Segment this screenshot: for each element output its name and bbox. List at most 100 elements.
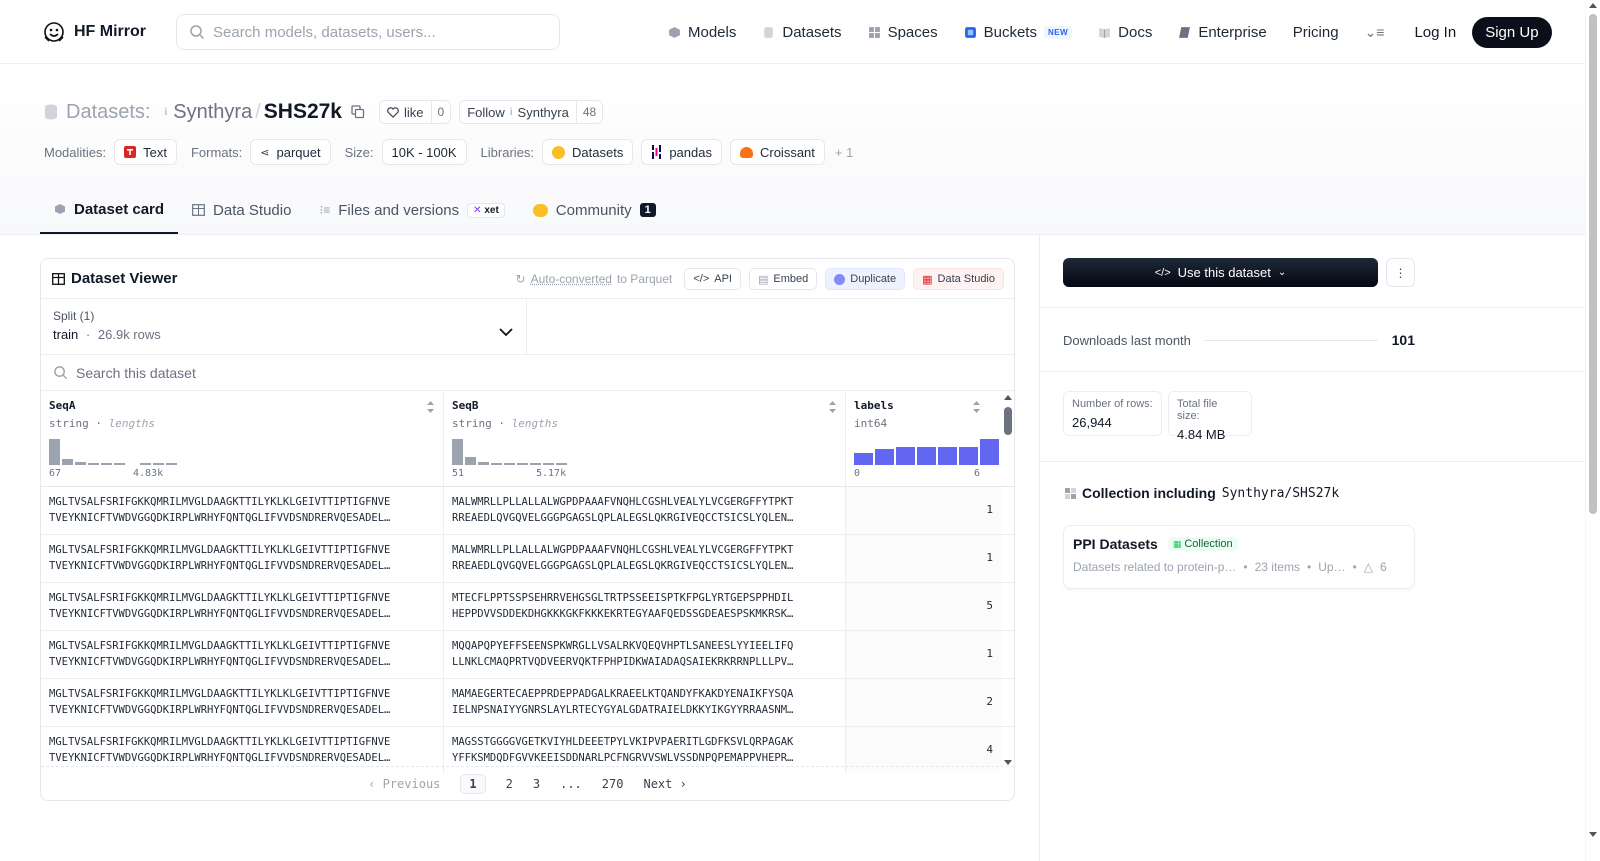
api-button[interactable]: </> API <box>684 268 741 290</box>
page-button-last[interactable]: 270 <box>602 777 624 791</box>
cell-seqb[interactable]: MAMAEGERTECAEPPRDEPPADGALKRAEELKTQANDYFK… <box>444 679 846 726</box>
like-main[interactable]: like <box>380 101 431 123</box>
column-header-seqb[interactable]: SeqB string · lengths 51 5.17k <box>444 391 846 486</box>
page-button-3[interactable]: 3 <box>533 777 540 791</box>
sort-icon[interactable] <box>426 400 435 414</box>
scroll-thumb[interactable] <box>1004 407 1012 435</box>
library-chip-croissant[interactable]: Croissant <box>729 139 825 165</box>
cell-seqa[interactable]: MGLTVSALFSRIFGKKQMRILMVGLDAAGKTTILYKLKLG… <box>41 535 444 582</box>
signup-button[interactable]: Sign Up <box>1472 16 1552 48</box>
nav-pricing[interactable]: Pricing <box>1293 24 1339 41</box>
duplicate-button[interactable]: Duplicate <box>825 268 906 290</box>
cell-label[interactable]: 5 <box>846 583 1001 630</box>
page-scrollbar[interactable] <box>1585 0 1600 861</box>
scroll-down-arrow-icon[interactable] <box>1004 760 1012 765</box>
collection-card[interactable]: PPI Datasets ▦ Collection Datasets relate… <box>1063 525 1415 589</box>
previous-page-button[interactable]: ‹ Previous <box>368 777 440 791</box>
histogram-bar[interactable] <box>530 463 541 465</box>
histogram-bar[interactable] <box>452 439 463 465</box>
tab-files[interactable]: ⁝≡ Files and versions ✕ xet <box>305 186 518 234</box>
follow-main[interactable]: Follow ⅰ Synthyra <box>460 101 576 123</box>
nav-spaces[interactable]: Spaces <box>868 24 938 41</box>
page-button-2[interactable]: 2 <box>506 777 513 791</box>
table-scrollbar[interactable] <box>1002 391 1014 773</box>
modality-chip[interactable]: Text <box>114 139 177 165</box>
histogram-bar[interactable] <box>504 463 515 465</box>
scroll-up-arrow-icon[interactable] <box>1004 395 1012 400</box>
login-link[interactable]: Log In <box>1414 24 1456 41</box>
histogram-bar[interactable] <box>153 463 164 465</box>
tab-community[interactable]: Community 1 <box>519 186 670 234</box>
page-scroll-thumb[interactable] <box>1589 14 1597 514</box>
table-row[interactable]: MGLTVSALFSRIFGKKQMRILMVGLDAAGKTTILYKLKLG… <box>41 583 1014 631</box>
histogram-bar[interactable] <box>478 462 489 465</box>
histogram-bar[interactable] <box>980 439 999 465</box>
data-studio-button[interactable]: ▦ Data Studio <box>913 268 1004 290</box>
global-search[interactable] <box>176 14 560 50</box>
cell-seqa[interactable]: MGLTVSALFSRIFGKKQMRILMVGLDAAGKTTILYKLKLG… <box>41 487 444 534</box>
copy-icon[interactable] <box>351 105 365 119</box>
split-selector[interactable]: Split (1) train · 26.9k rows <box>41 299 527 354</box>
histogram-bar[interactable] <box>959 447 978 465</box>
dataset-name[interactable]: SHS27k <box>264 100 342 124</box>
scroll-up-arrow-icon[interactable] <box>1589 3 1597 8</box>
dataset-search-input[interactable] <box>76 364 576 381</box>
column-header-labels[interactable]: labels int64 06 <box>846 391 1001 486</box>
more-libraries[interactable]: + 1 <box>835 145 853 160</box>
next-page-button[interactable]: Next › <box>643 777 686 791</box>
size-chip[interactable]: 10K - 100K <box>381 139 467 165</box>
histogram-bar[interactable] <box>140 463 151 465</box>
library-chip-pandas[interactable]: pandas <box>641 139 722 165</box>
cell-seqb[interactable]: MTECFLPPTSSPSEHRRVEHGSGLTRTPSSEEISPTKFPG… <box>444 583 846 630</box>
histogram-bar[interactable] <box>114 463 125 465</box>
histogram-bar[interactable] <box>543 463 554 465</box>
embed-button[interactable]: ▤ Embed <box>748 268 818 290</box>
cell-label[interactable]: 2 <box>846 679 1001 726</box>
page-button-1[interactable]: 1 <box>460 773 486 794</box>
histogram-bar[interactable] <box>938 447 957 465</box>
histogram-bar[interactable] <box>166 463 177 465</box>
histogram-bar[interactable] <box>101 463 112 465</box>
histogram-bar[interactable] <box>49 439 60 465</box>
histogram-bar[interactable] <box>491 463 502 465</box>
histogram-bar[interactable] <box>517 463 528 465</box>
org-link[interactable]: Synthyra <box>173 101 252 124</box>
table-row[interactable]: MGLTVSALFSRIFGKKQMRILMVGLDAAGKTTILYKLKLG… <box>41 631 1014 679</box>
nav-datasets[interactable]: Datasets <box>762 24 842 41</box>
histogram-bar[interactable] <box>465 457 476 465</box>
more-options-button[interactable]: ⋮ <box>1386 258 1415 287</box>
histogram-bar[interactable] <box>854 453 873 465</box>
table-row[interactable]: MGLTVSALFSRIFGKKQMRILMVGLDAAGKTTILYKLKLG… <box>41 679 1014 727</box>
like-button[interactable]: like 0 <box>378 100 452 124</box>
cell-label[interactable]: 1 <box>846 487 1001 534</box>
sort-icon[interactable] <box>828 400 837 414</box>
column-header-seqa[interactable]: SeqA string · lengths 67 4.83k <box>41 391 444 486</box>
histogram-bar[interactable] <box>62 459 73 465</box>
histogram-bar[interactable] <box>917 447 936 465</box>
cell-seqb[interactable]: MALWMRLLPLLALLALWGPDPAAAFVNQHLCGSHLVEALY… <box>444 487 846 534</box>
auto-converted-link[interactable]: Auto-converted <box>531 272 612 286</box>
histogram-bar[interactable] <box>875 449 894 465</box>
cell-seqa[interactable]: MGLTVSALFSRIFGKKQMRILMVGLDAAGKTTILYKLKLG… <box>41 631 444 678</box>
nav-docs[interactable]: Docs <box>1098 24 1152 41</box>
scroll-down-arrow-icon[interactable] <box>1589 832 1597 837</box>
library-chip-datasets[interactable]: Datasets <box>542 139 634 165</box>
tab-dataset-card[interactable]: Dataset card <box>40 186 179 234</box>
cell-label[interactable]: 1 <box>846 535 1001 582</box>
histogram-bar[interactable] <box>88 463 99 465</box>
cell-seqb[interactable]: MALWMRLLPLLALLALWGPDPAAAFVNQHLCGSHLVEALY… <box>444 535 846 582</box>
nav-models[interactable]: Models <box>668 24 736 41</box>
follow-button[interactable]: Follow ⅰ Synthyra 48 <box>459 100 604 124</box>
more-menu-icon[interactable]: ⌄≡ <box>1365 24 1385 41</box>
brand-home-link[interactable]: HF Mirror <box>42 20 146 44</box>
use-this-dataset-button[interactable]: </> Use this dataset ⌄ <box>1063 258 1378 287</box>
cell-label[interactable]: 1 <box>846 631 1001 678</box>
tab-data-studio[interactable]: Data Studio <box>178 186 305 234</box>
cell-seqa[interactable]: MGLTVSALFSRIFGKKQMRILMVGLDAAGKTTILYKLKLG… <box>41 583 444 630</box>
histogram-bar[interactable] <box>556 463 567 465</box>
cell-seqa[interactable]: MGLTVSALFSRIFGKKQMRILMVGLDAAGKTTILYKLKLG… <box>41 679 444 726</box>
nav-buckets[interactable]: Buckets NEW <box>964 24 1073 41</box>
format-chip[interactable]: ⋖ parquet <box>250 139 331 165</box>
histogram-bar[interactable] <box>896 447 915 465</box>
sort-icon[interactable] <box>972 400 981 414</box>
